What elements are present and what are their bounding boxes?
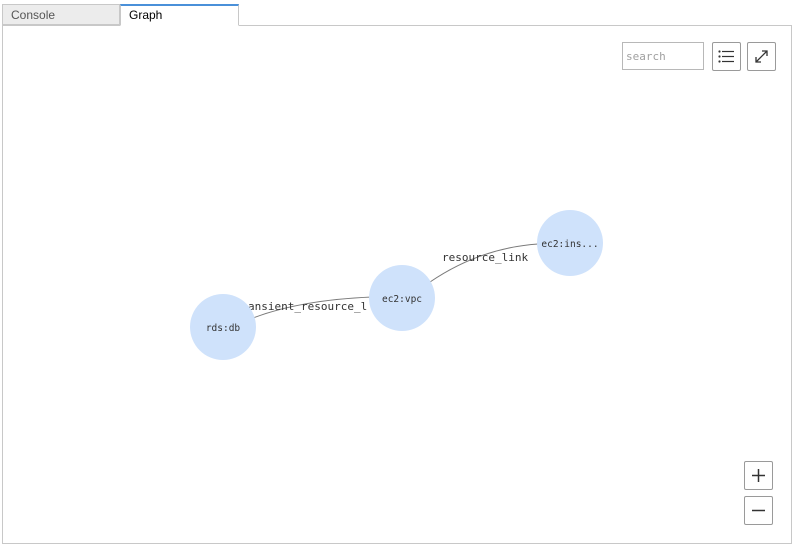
node-rds-db[interactable] [190,294,256,360]
fullscreen-button[interactable] [747,42,776,71]
tab-graph[interactable]: Graph [120,4,239,26]
list-view-button[interactable] [712,42,741,71]
list-icon [718,50,734,63]
node-ec2-instance[interactable] [537,210,603,276]
zoom-in-button[interactable] [744,461,773,490]
plus-icon [752,469,765,482]
minus-icon [752,509,765,512]
expand-icon [755,50,768,63]
tab-console[interactable]: Console [2,4,120,25]
node-ec2-vpc[interactable] [369,265,435,331]
zoom-out-button[interactable] [744,496,773,525]
search-input[interactable] [622,42,704,70]
tab-bar: Console Graph [2,4,798,26]
